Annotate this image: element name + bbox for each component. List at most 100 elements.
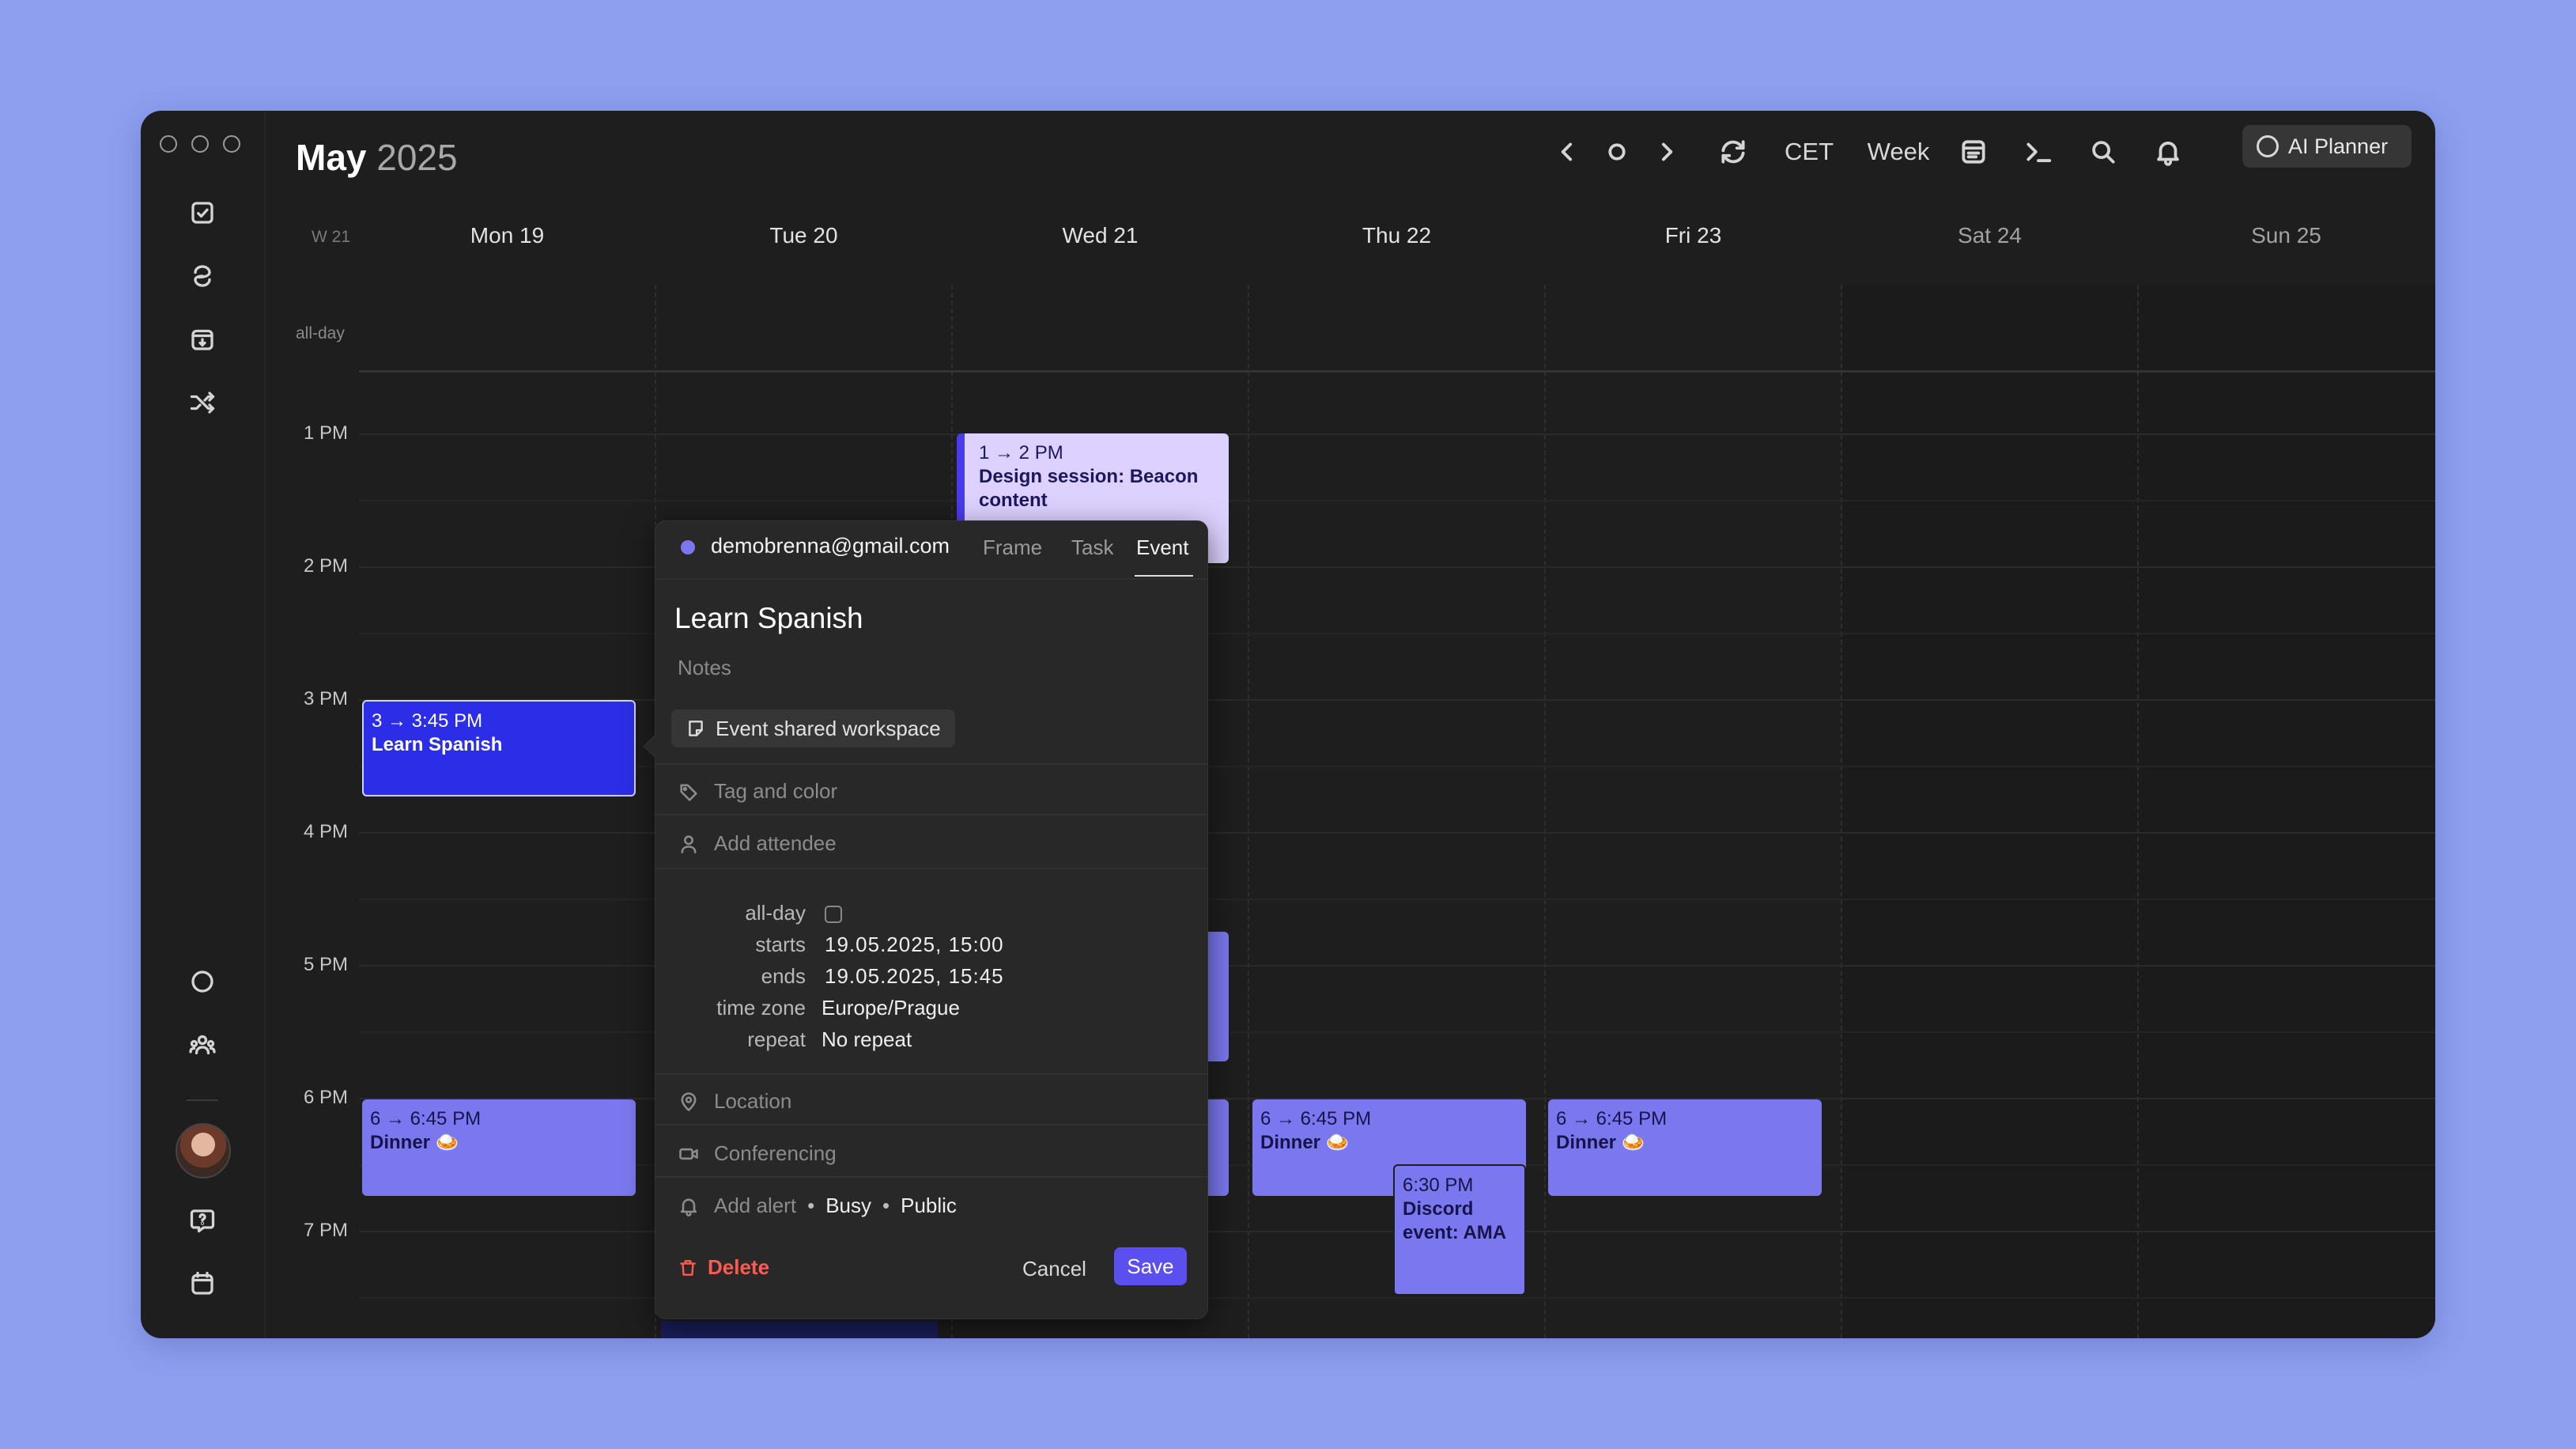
chevron-left-icon xyxy=(1561,142,1573,161)
bell-icon xyxy=(2157,142,2179,166)
half-hour-line xyxy=(359,500,2435,501)
command-button[interactable] xyxy=(2016,130,2060,174)
divider xyxy=(655,1124,1207,1126)
save-button[interactable]: Save xyxy=(1114,1247,1187,1285)
alert-row: Add alert • Busy • Public xyxy=(714,1194,957,1218)
event-dinner-fri[interactable]: 6 → 6:45 PM Dinner 🍛 xyxy=(1548,1099,1822,1196)
window-zoom-button[interactable] xyxy=(223,135,240,153)
separator-dot: • xyxy=(807,1194,815,1217)
week-number: W 21 xyxy=(312,228,351,246)
starts-label: starts xyxy=(755,933,806,956)
hour-label: 1 PM xyxy=(304,422,349,444)
hour-label: 6 PM xyxy=(304,1087,349,1108)
notifications-button[interactable] xyxy=(2146,130,2190,174)
shuffle-icon[interactable] xyxy=(183,383,222,422)
account-color-dot xyxy=(681,540,695,554)
location-pin-icon xyxy=(678,1091,700,1117)
workspace-chip[interactable]: Event shared workspace xyxy=(671,709,955,747)
trash-icon xyxy=(680,1259,696,1276)
divider xyxy=(655,1073,1207,1075)
event-dinner-mon[interactable]: 6 → 6:45 PM Dinner 🍛 xyxy=(362,1099,636,1196)
tab-task[interactable]: Task xyxy=(1071,535,1113,560)
conferencing-input[interactable]: Conferencing xyxy=(714,1141,837,1166)
day-header-sat[interactable]: Sat 24 xyxy=(1841,220,2138,252)
user-avatar[interactable] xyxy=(176,1123,231,1178)
calendar-list-button[interactable] xyxy=(1951,130,1996,174)
notes-input[interactable]: Notes xyxy=(678,656,731,680)
today-circle-icon xyxy=(1608,143,1626,161)
all-day-checkbox[interactable] xyxy=(825,906,842,923)
tasks-checkbox-icon[interactable] xyxy=(183,193,222,233)
hour-label: 5 PM xyxy=(304,954,349,975)
all-day-divider xyxy=(359,370,2435,373)
window-close-button[interactable] xyxy=(160,135,177,153)
focus-circle-icon[interactable] xyxy=(183,962,222,1001)
day-header-mon[interactable]: Mon 19 xyxy=(359,220,655,252)
event-learn-spanish[interactable]: 3 → 3:45 PM Learn Spanish xyxy=(362,700,636,796)
sidebar-divider xyxy=(187,1099,218,1101)
tab-event[interactable]: Event xyxy=(1136,535,1189,560)
event-time: 6 → 6:45 PM xyxy=(370,1108,482,1129)
calendar-list-icon xyxy=(1962,140,1985,164)
divider xyxy=(655,763,1207,765)
add-attendee-input[interactable]: Add attendee xyxy=(714,831,837,856)
team-people-icon[interactable] xyxy=(183,1025,222,1065)
tag-color-input[interactable]: Tag and color xyxy=(714,779,837,804)
add-alert-button[interactable]: Add alert xyxy=(714,1194,796,1218)
divider xyxy=(655,868,1207,869)
ai-planner-circle-icon xyxy=(2257,135,2279,157)
event-title: Dinner 🍛 xyxy=(370,1132,459,1153)
hour-label: 2 PM xyxy=(304,555,349,577)
timezone-value[interactable]: Europe/Prague xyxy=(822,996,960,1020)
ends-value[interactable]: 19.05.2025, 15:45 xyxy=(825,964,1004,989)
calendar-today-icon[interactable] xyxy=(183,320,222,359)
threads-icon[interactable] xyxy=(183,256,222,296)
day-header-tue[interactable]: Tue 20 xyxy=(655,220,952,252)
help-chat-icon[interactable] xyxy=(183,1201,222,1240)
page-title: May 2025 xyxy=(296,122,458,193)
bell-alert-icon xyxy=(678,1195,700,1221)
all-day-field-label: all-day xyxy=(745,901,806,925)
window-minimize-button[interactable] xyxy=(191,135,209,153)
day-header-sun[interactable]: Sun 25 xyxy=(2138,220,2434,252)
ends-label: ends xyxy=(761,964,806,988)
event-time: 3 → 3:45 PM xyxy=(372,710,483,732)
search-button[interactable] xyxy=(2081,130,2125,174)
day-header-thu[interactable]: Thu 22 xyxy=(1248,220,1545,252)
account-email[interactable]: demobrenna@gmail.com xyxy=(711,534,950,558)
day-header-fri[interactable]: Fri 23 xyxy=(1545,220,1841,252)
day-header-wed[interactable]: Wed 21 xyxy=(952,220,1248,252)
delete-button[interactable]: Delete xyxy=(678,1255,769,1280)
repeat-value[interactable]: No repeat xyxy=(822,1027,912,1052)
calendar-icon[interactable] xyxy=(183,1264,222,1303)
title-month: May xyxy=(296,137,367,178)
terminal-prompt-icon xyxy=(2026,142,2052,162)
event-time: 6 → 6:45 PM xyxy=(1260,1108,1372,1129)
event-title: Learn Spanish xyxy=(372,734,503,755)
event-discord-ama[interactable]: 6:30 PM Discord event: AMA xyxy=(1393,1164,1526,1296)
timezone-selector[interactable]: CET xyxy=(1777,130,1841,174)
event-title-input[interactable]: Learn Spanish xyxy=(674,602,863,635)
app-window: May 2025 CET Week AI Planner W 21 Mon 19… xyxy=(141,111,2435,1338)
visibility-status[interactable]: Public xyxy=(901,1194,957,1218)
next-week-button[interactable] xyxy=(1646,130,1686,174)
event-title: Dinner 🍛 xyxy=(1556,1132,1645,1153)
ai-planner-label: AI Planner xyxy=(2288,134,2389,158)
workspace-chip-label: Event shared workspace xyxy=(716,716,941,740)
cancel-button[interactable]: Cancel xyxy=(1022,1257,1086,1281)
previous-week-button[interactable] xyxy=(1548,130,1588,174)
today-button[interactable] xyxy=(1597,130,1637,174)
tab-frame[interactable]: Frame xyxy=(983,535,1042,560)
ai-planner-button[interactable]: AI Planner xyxy=(2242,125,2412,168)
starts-value[interactable]: 19.05.2025, 15:00 xyxy=(825,933,1004,957)
busy-status[interactable]: Busy xyxy=(825,1194,871,1218)
sync-button[interactable] xyxy=(1711,130,1755,174)
day-separator xyxy=(1544,285,1546,1338)
person-icon xyxy=(678,833,700,859)
view-selector[interactable]: Week xyxy=(1855,130,1942,174)
event-tue-hidden[interactable] xyxy=(661,1321,938,1338)
location-input[interactable]: Location xyxy=(714,1089,791,1114)
event-editor-popover: demobrenna@gmail.com Frame Task Event Le… xyxy=(643,520,1208,1319)
sidebar xyxy=(141,111,266,1338)
event-time: 6 → 6:45 PM xyxy=(1556,1108,1668,1129)
